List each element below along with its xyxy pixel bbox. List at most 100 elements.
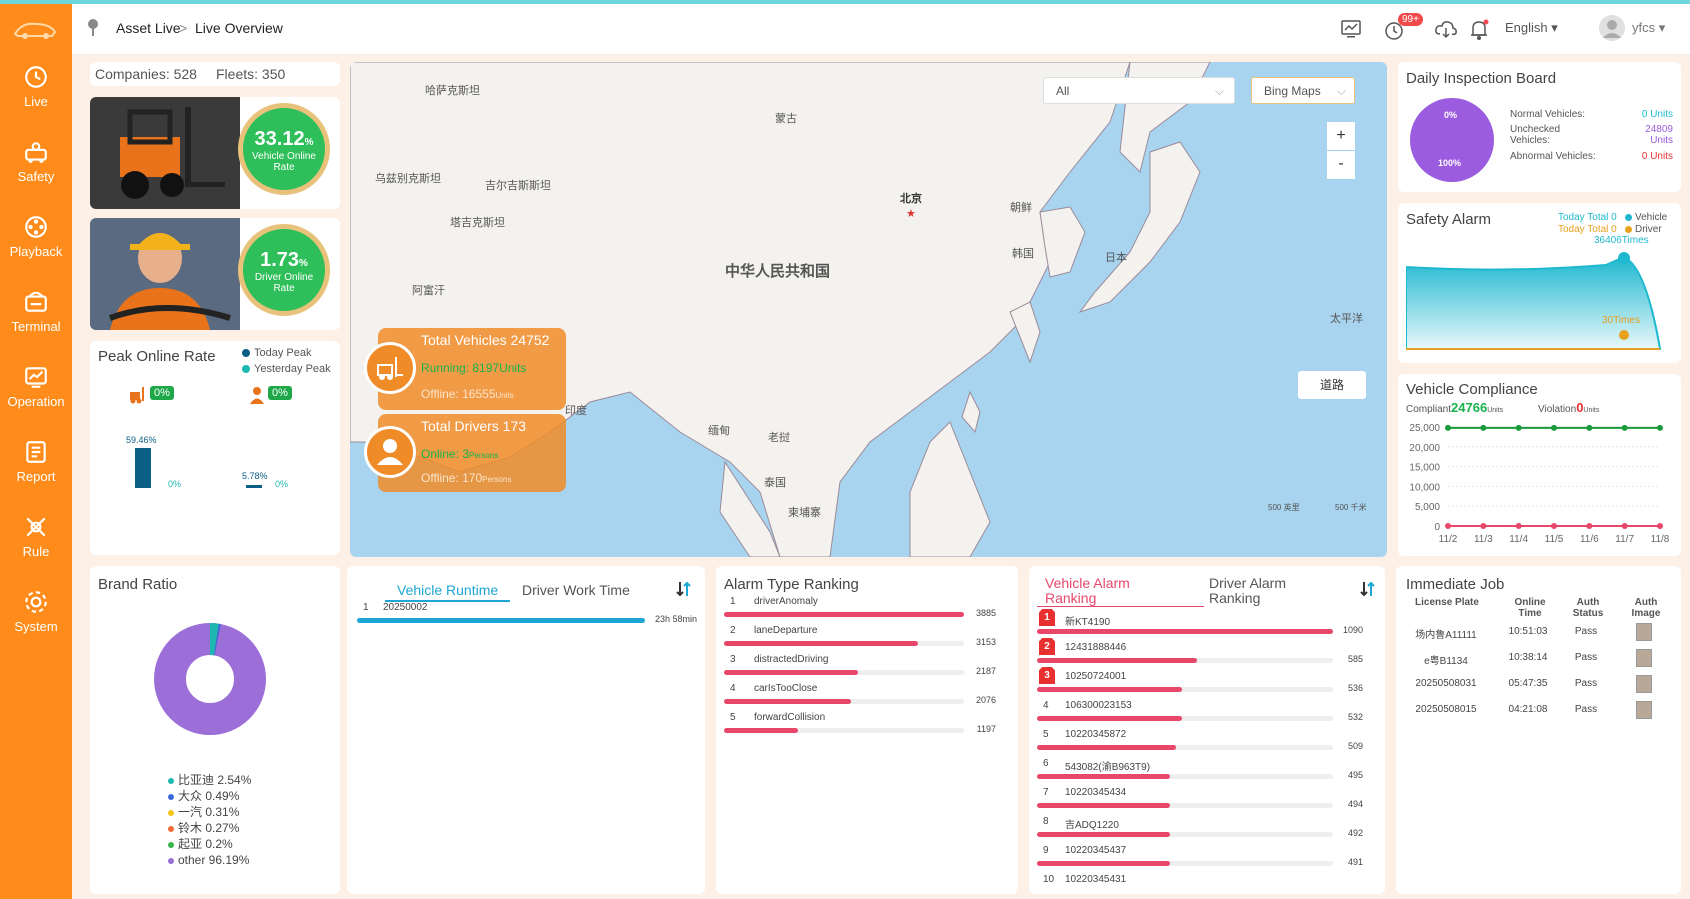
table-row[interactable]: 20250508031 05:47:35 Pass xyxy=(1396,674,1681,698)
fleets-count: Fleets: 350 xyxy=(216,66,286,82)
rank-index: 9 xyxy=(1043,845,1049,856)
zoom-out-button[interactable]: - xyxy=(1327,151,1355,179)
map-label-kaz: 哈萨克斯坦 xyxy=(425,85,480,97)
rank-name: 12431888446 xyxy=(1065,642,1127,653)
tab-vehicle-alarm-ranking[interactable]: Vehicle Alarm Ranking xyxy=(1045,576,1145,606)
vehicle-compliance-panel: Vehicle Compliance Compliant24766Units V… xyxy=(1398,374,1681,556)
auth-image-thumbnail[interactable] xyxy=(1636,649,1652,667)
job-status: Pass xyxy=(1574,626,1598,637)
job-column-header: License Plate xyxy=(1415,597,1479,608)
user-menu[interactable]: yfcs ▾ xyxy=(1632,20,1665,36)
map-provider-select[interactable]: Bing Maps ⌵ xyxy=(1251,77,1355,104)
data-point xyxy=(1586,424,1593,431)
job-time: 04:21:08 xyxy=(1508,704,1548,715)
breadcrumb-separator: > xyxy=(179,20,188,36)
map-label-ind: 印度 xyxy=(565,405,587,417)
legend-swatch xyxy=(168,793,174,800)
sidebar-item-operation[interactable]: Operation xyxy=(0,364,72,434)
clock-icon xyxy=(25,66,47,88)
job-plate: 20250508015 xyxy=(1415,704,1477,715)
immediate-job-title: Immediate Job xyxy=(1406,576,1505,593)
total-drivers-card[interactable]: Total Drivers 173 Online: 3Persons Offli… xyxy=(364,414,566,492)
sidebar-item-report[interactable]: Report xyxy=(0,439,72,509)
breadcrumb-root[interactable]: Asset Live xyxy=(116,20,181,36)
vehicle-online-label: Vehicle Online Rate xyxy=(252,151,316,173)
rank-value: 491 xyxy=(1347,857,1363,867)
rank-bar xyxy=(357,618,645,623)
rank-index: 4 xyxy=(730,683,736,694)
rank-value: 532 xyxy=(1347,712,1363,722)
sidebar-item-live[interactable]: Live xyxy=(0,64,72,134)
y-tick-label: 5,000 xyxy=(1415,502,1440,513)
sidebar-item-playback[interactable]: Playback xyxy=(0,214,72,284)
sort-icon[interactable] xyxy=(675,580,693,598)
language-select[interactable]: English ▾ xyxy=(1505,20,1558,36)
sidebar: Live Safety Playback Terminal Operation Repor… xyxy=(0,4,72,899)
auth-image-thumbnail[interactable] xyxy=(1636,623,1652,641)
total-vehicles-card[interactable]: Total Vehicles 24752 Running: 8197Units … xyxy=(364,328,566,410)
sidebar-item-label: System xyxy=(14,619,58,634)
system-icon xyxy=(25,591,47,613)
sidebar-item-terminal[interactable]: Terminal xyxy=(0,289,72,359)
vehicles-offline: Offline: 16555Units xyxy=(421,387,514,401)
map-label-lao: 老挝 xyxy=(768,432,790,444)
table-row[interactable]: 20250508015 04:21:08 Pass xyxy=(1396,700,1681,724)
job-time: 05:47:35 xyxy=(1508,678,1548,689)
abnormal-value: 0 Units xyxy=(1641,151,1673,162)
y-tick-label: 15,000 xyxy=(1409,463,1440,474)
sidebar-item-system[interactable]: System xyxy=(0,589,72,659)
map-label-mmr: 缅甸 xyxy=(708,425,730,437)
forklift-icon xyxy=(377,357,403,380)
rank-bar xyxy=(724,670,859,675)
avatar-icon[interactable] xyxy=(1598,14,1626,42)
rank-medal-icon: 2 xyxy=(1039,638,1055,655)
map-label-mon: 蒙古 xyxy=(775,113,797,125)
job-plate: 场内鲁A11111 xyxy=(1415,630,1477,641)
table-row[interactable]: 场内鲁A11111 10:51:03 Pass xyxy=(1396,622,1681,646)
sidebar-item-rule[interactable]: Rule xyxy=(0,514,72,584)
legend-label: 比亚迪 2.54% xyxy=(178,773,252,787)
legend-label: 大众 0.49% xyxy=(178,789,240,803)
monitor-chart-icon[interactable] xyxy=(1340,18,1362,40)
vehicle-online-gauge: 33.12% Vehicle Online Rate xyxy=(238,103,330,195)
brand-legend: 比亚迪 2.54% 大众 0.49% 一汽 0.31% 铃木 0.27% 起亚 0.2%… xyxy=(168,772,251,868)
sidebar-item-safety[interactable]: Safety xyxy=(0,139,72,209)
auth-image-thumbnail[interactable] xyxy=(1636,675,1652,693)
stats-bar: Companies: 528 Fleets: 350 xyxy=(90,62,340,86)
vehicle-legend-swatch xyxy=(1625,214,1632,221)
auth-image-thumbnail[interactable] xyxy=(1636,701,1652,719)
driver-yesterday-label: 0% xyxy=(275,479,289,489)
logo-icon xyxy=(13,22,57,39)
tab-driver-work-time[interactable]: Driver Work Time xyxy=(522,582,630,598)
rank-bar xyxy=(1037,687,1183,692)
road-view-button[interactable]: 道路 xyxy=(1298,371,1366,399)
safety-alarm-title: Safety Alarm xyxy=(1406,211,1492,228)
job-column-header: Auth Status xyxy=(1572,597,1604,619)
map-label-afg: 阿富汗 xyxy=(412,285,445,297)
bell-icon[interactable] xyxy=(1468,18,1490,42)
cloud-download-icon[interactable] xyxy=(1434,18,1458,40)
normal-value: 0 Units xyxy=(1641,109,1673,120)
rank-bar xyxy=(724,612,964,617)
today-driver-total: Today Total 0 xyxy=(1558,224,1617,235)
vehicle-alarm-panel: Vehicle Alarm Ranking Driver Alarm Ranki… xyxy=(1029,566,1385,894)
job-status: Pass xyxy=(1574,678,1598,689)
rank-bar xyxy=(724,641,919,646)
tab-vehicle-runtime[interactable]: Vehicle Runtime xyxy=(385,582,511,602)
driver-online-card: 1.73% Driver Online Rate xyxy=(90,218,340,330)
zoom-in-button[interactable]: + xyxy=(1327,122,1355,150)
legend-yesterday-swatch xyxy=(242,365,250,373)
map-view[interactable]: 哈萨克斯坦 蒙古 乌兹别克斯坦 吉尔吉斯斯坦 塔吉克斯坦 中华人民共和国 北京 … xyxy=(350,62,1387,557)
map-label-tha: 泰国 xyxy=(764,477,786,489)
map-filter-select[interactable]: All ⌵ xyxy=(1043,77,1235,104)
y-tick-label: 20,000 xyxy=(1409,443,1440,454)
sidebar-item-label: Terminal xyxy=(11,319,61,334)
tab-driver-alarm-ranking[interactable]: Driver Alarm Ranking xyxy=(1209,576,1309,606)
map-label-jpn: 日本 xyxy=(1105,252,1127,264)
table-row[interactable]: e粤B1134 10:38:14 Pass xyxy=(1396,648,1681,672)
sort-icon[interactable] xyxy=(1359,580,1377,598)
runtime-panel: Vehicle Runtime Driver Work Time 1 202500… xyxy=(347,566,705,894)
driver-online-label: Driver Online Rate xyxy=(254,272,314,294)
data-point xyxy=(1657,523,1663,529)
brand-ratio-panel: Brand Ratio 比亚迪 2.54% 大众 0.49% 一汽 0.31% 铃木 … xyxy=(90,566,340,894)
